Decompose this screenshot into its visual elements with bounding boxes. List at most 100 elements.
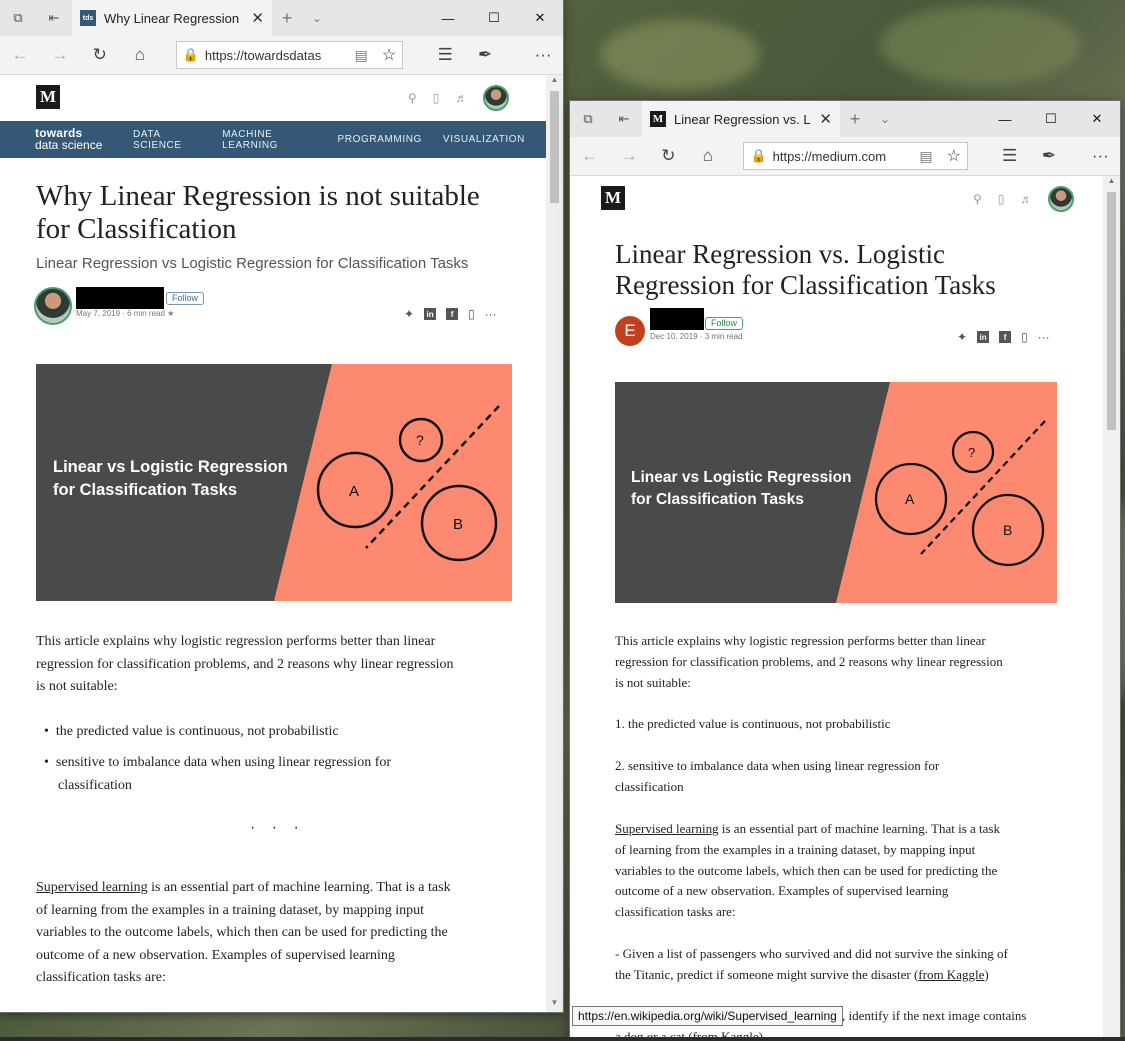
search-icon[interactable]: ⚲	[408, 91, 417, 105]
twitter-icon[interactable]: ✦	[957, 330, 967, 344]
nav-programming[interactable]: PROGRAMMING	[338, 134, 422, 145]
tab-active[interactable]: M Linear Regression vs. Lo ✕	[642, 101, 840, 137]
address-bar[interactable]: 🔒 https://towardsdatas ▤ ☆	[175, 41, 404, 69]
nav-machine-learning[interactable]: MACHINE LEARNING	[222, 129, 316, 151]
tab-active[interactable]: tds Why Linear Regression i ✕	[72, 0, 272, 36]
taskbar-edge	[0, 1037, 1125, 1041]
refresh-icon[interactable]: ↻	[649, 137, 688, 175]
article-title: Linear Regression vs. Logistic Regression…	[615, 239, 996, 300]
avatar[interactable]	[483, 85, 510, 111]
bookmark-icon[interactable]: ▯	[433, 91, 440, 105]
bookmark-icon[interactable]: ▯	[468, 307, 475, 321]
medium-logo[interactable]: M	[36, 85, 60, 109]
follow-button[interactable]: Follow	[705, 317, 744, 330]
share-icons: ✦ in f ▯ ···	[404, 307, 497, 321]
pen-icon[interactable]: ✒	[1029, 137, 1068, 175]
linkedin-icon[interactable]: in	[424, 308, 437, 320]
refresh-icon[interactable]: ↻	[80, 36, 120, 74]
tds-logo[interactable]: towards data science	[35, 127, 102, 151]
scrollbar-thumb[interactable]	[550, 91, 559, 203]
share-icons: ✦ in f ▯ ···	[957, 330, 1050, 344]
vertical-scrollbar[interactable]: ▲	[1103, 176, 1120, 1041]
redacted-author-name	[650, 308, 704, 330]
close-tab-icon[interactable]: ✕	[251, 9, 264, 27]
close-window-button[interactable]: ✕	[1074, 101, 1120, 137]
supervised-learning-link[interactable]: Supervised learning	[615, 821, 719, 836]
hero-label-a: A	[905, 491, 915, 507]
facebook-icon[interactable]: f	[446, 308, 459, 320]
maximize-button[interactable]: ☐	[1028, 101, 1074, 137]
tab-list-chevron-icon[interactable]: ⌄	[302, 11, 332, 25]
tab-manager-icon[interactable]: ⧉	[570, 101, 606, 137]
nav-bar: ← → ↻ ⌂ 🔒 https://towardsdatas ▤ ☆ ☰ ✒ ·…	[0, 36, 563, 75]
close-window-button[interactable]: ✕	[517, 0, 563, 36]
forward-icon[interactable]: →	[40, 36, 80, 74]
author-block: Follow May 7, 2019 · 6 min read ★	[34, 287, 205, 325]
tds-navbar: towards data science DATA SCIENCE MACHINE…	[0, 121, 546, 158]
nav-visualization[interactable]: VISUALIZATION	[443, 134, 525, 145]
search-icon[interactable]: ⚲	[973, 192, 982, 206]
reading-view-icon[interactable]: ▤	[919, 148, 932, 165]
hero-label-q: ?	[968, 445, 975, 460]
facebook-icon[interactable]: f	[999, 331, 1012, 343]
forward-icon[interactable]: →	[609, 137, 648, 175]
favorite-star-icon[interactable]: ☆	[382, 45, 396, 65]
favorites-list-icon[interactable]: ☰	[990, 137, 1029, 175]
medium-logo[interactable]: M	[601, 186, 625, 210]
tab-title: Why Linear Regression i	[104, 10, 244, 26]
bookmark-icon[interactable]: ▯	[998, 192, 1005, 206]
pen-icon[interactable]: ✒	[465, 36, 505, 74]
back-icon[interactable]: ←	[0, 36, 40, 74]
more-icon[interactable]: ···	[1081, 137, 1120, 175]
author-avatar[interactable]	[34, 287, 72, 325]
back-icon[interactable]: ←	[570, 137, 609, 175]
hero-label-a: A	[349, 483, 359, 500]
new-tab-icon[interactable]: +	[840, 109, 870, 130]
scroll-up-arrow-icon[interactable]: ▲	[546, 75, 563, 89]
twitter-icon[interactable]: ✦	[404, 307, 414, 321]
set-aside-tabs-icon[interactable]: ⇤	[36, 0, 72, 36]
from-kaggle-link[interactable]: from Kaggle	[918, 967, 984, 982]
minimize-button[interactable]: —	[982, 101, 1028, 137]
author-block: E Follow Dec 10, 2019 · 3 min read	[615, 308, 744, 346]
bell-icon[interactable]: ♬	[1020, 192, 1032, 206]
redacted-author-name	[76, 287, 164, 309]
supervised-learning-paragraph: Supervised learning is an essential part…	[36, 880, 451, 985]
address-bar[interactable]: 🔒 https://medium.com ▤ ☆	[743, 142, 968, 170]
page-content: M ⚲ ▯ ♬ towards data science DATA SCIENCE…	[0, 75, 546, 1012]
author-avatar[interactable]: E	[615, 316, 645, 346]
follow-button[interactable]: Follow	[166, 291, 205, 305]
linkedin-icon[interactable]: in	[977, 331, 990, 343]
bookmark-icon[interactable]: ▯	[1021, 330, 1028, 344]
bullet-item-1: • the predicted value is continuous, not…	[44, 724, 339, 739]
tab-list-chevron-icon[interactable]: ⌄	[870, 112, 900, 126]
list-item-2: 2. sensitive to imbalance data when usin…	[615, 758, 940, 794]
nav-data-science[interactable]: DATA SCIENCE	[133, 129, 201, 151]
scroll-down-arrow-icon[interactable]: ▼	[546, 998, 563, 1012]
avatar[interactable]	[1048, 186, 1075, 212]
vertical-scrollbar[interactable]: ▲ ▼	[546, 75, 563, 1012]
minimize-button[interactable]: —	[425, 0, 471, 36]
tab-bar: ⧉ ⇤ M Linear Regression vs. Lo ✕ + ⌄ — ☐…	[570, 101, 1120, 137]
set-aside-tabs-icon[interactable]: ⇤	[606, 101, 642, 137]
maximize-button[interactable]: ☐	[471, 0, 517, 36]
tds-favicon-icon: tds	[80, 10, 96, 26]
tab-manager-icon[interactable]: ⧉	[0, 0, 36, 36]
more-options-icon[interactable]: ···	[1038, 330, 1050, 344]
favorite-star-icon[interactable]: ☆	[947, 146, 961, 166]
home-icon[interactable]: ⌂	[120, 36, 160, 74]
reading-view-icon[interactable]: ▤	[355, 47, 368, 64]
new-tab-icon[interactable]: +	[272, 8, 302, 29]
more-icon[interactable]: ···	[523, 36, 563, 74]
more-options-icon[interactable]: ···	[485, 307, 497, 321]
scroll-up-arrow-icon[interactable]: ▲	[1103, 176, 1120, 190]
supervised-learning-link[interactable]: Supervised learning	[36, 880, 148, 895]
hero-title-line1: Linear vs Logistic Regression	[631, 469, 852, 486]
close-tab-icon[interactable]: ✕	[819, 110, 832, 128]
favorites-list-icon[interactable]: ☰	[425, 36, 465, 74]
bell-icon[interactable]: ♬	[455, 91, 467, 105]
home-icon[interactable]: ⌂	[688, 137, 727, 175]
section-separator: · · ·	[250, 819, 305, 836]
scrollbar-thumb[interactable]	[1107, 192, 1116, 430]
lock-icon: 🔒	[182, 47, 199, 62]
